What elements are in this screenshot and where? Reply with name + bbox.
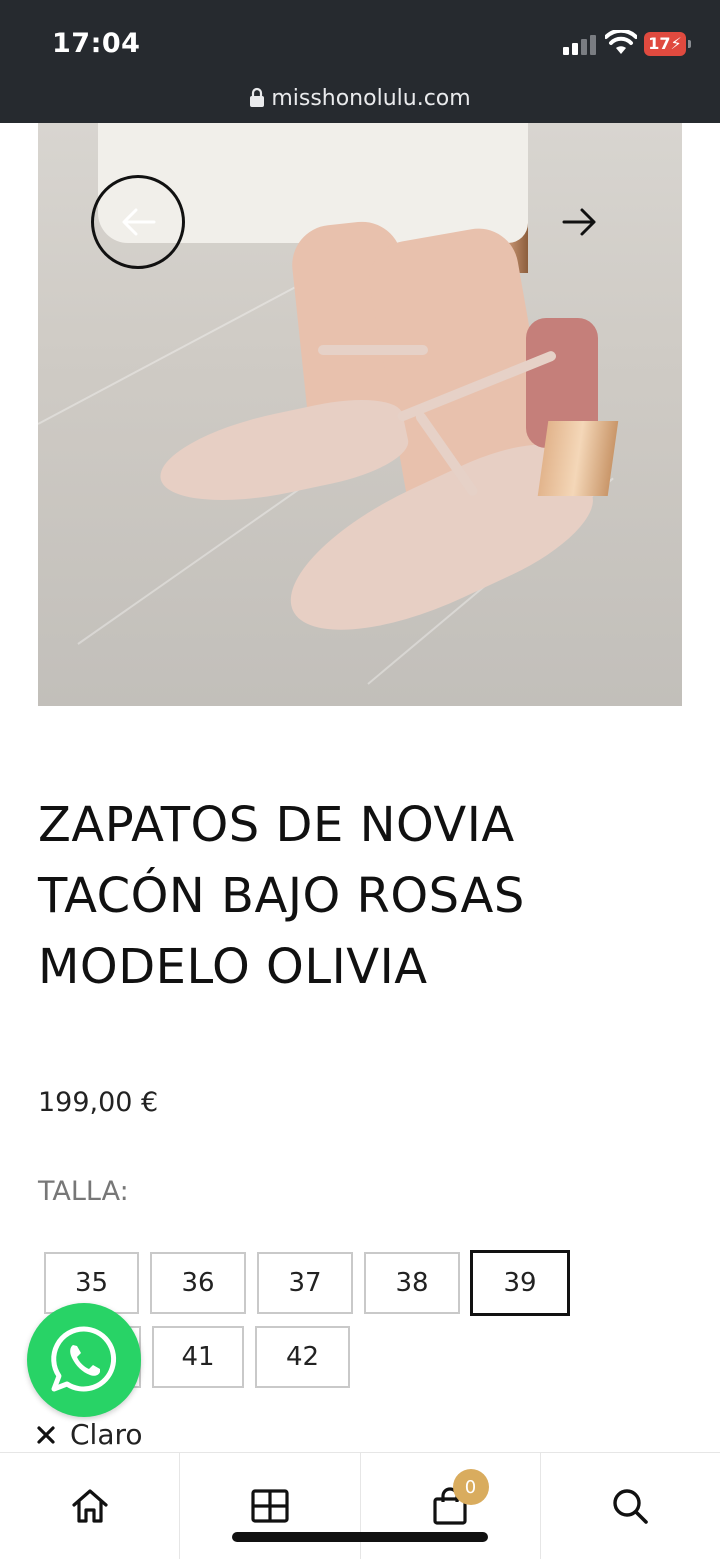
clear-label: Claro bbox=[70, 1418, 143, 1451]
previous-image-button[interactable] bbox=[91, 175, 185, 269]
product-title-line: MODELO OLIVIA bbox=[38, 939, 428, 995]
nav-cart[interactable]: 0 bbox=[361, 1453, 541, 1559]
nav-categories[interactable] bbox=[180, 1453, 361, 1559]
nav-search[interactable] bbox=[541, 1453, 720, 1559]
arrow-left-icon bbox=[122, 208, 156, 236]
size-label: TALLA: bbox=[38, 1176, 129, 1207]
whatsapp-button[interactable] bbox=[27, 1303, 141, 1417]
size-option-37[interactable]: 37 bbox=[257, 1252, 353, 1314]
product-price: 199,00 € bbox=[38, 1087, 159, 1118]
search-icon bbox=[613, 1489, 649, 1524]
wifi-icon bbox=[605, 30, 637, 54]
size-option-42[interactable]: 42 bbox=[255, 1326, 350, 1388]
nav-home[interactable] bbox=[0, 1453, 181, 1559]
battery-indicator: 17⚡ bbox=[644, 32, 686, 56]
size-option-38[interactable]: 38 bbox=[364, 1252, 460, 1314]
status-bar: 17:04 17⚡ misshonolulu.com bbox=[0, 0, 720, 123]
size-option-36[interactable]: 36 bbox=[150, 1252, 246, 1314]
url-text: misshonolulu.com bbox=[271, 86, 471, 111]
grid-icon bbox=[251, 1489, 289, 1523]
ankle-strap bbox=[318, 345, 428, 355]
lock-icon bbox=[250, 87, 265, 107]
size-option-39[interactable]: 39 bbox=[470, 1250, 570, 1316]
shoe-heel bbox=[537, 421, 619, 496]
cart-count-badge: 0 bbox=[452, 1469, 489, 1505]
size-option-41[interactable]: 41 bbox=[152, 1326, 244, 1388]
clear-selection-link[interactable]: Claro bbox=[36, 1418, 143, 1451]
floor-line bbox=[38, 282, 304, 425]
home-icon bbox=[72, 1489, 108, 1523]
arrow-right-icon bbox=[562, 208, 596, 236]
signal-icon bbox=[563, 33, 596, 55]
bottom-navigation: 0 bbox=[0, 1452, 720, 1559]
address-bar[interactable]: misshonolulu.com bbox=[0, 86, 720, 111]
close-icon bbox=[37, 1425, 55, 1444]
product-title-line: TACÓN BAJO ROSAS bbox=[38, 868, 525, 924]
home-indicator[interactable] bbox=[232, 1532, 488, 1542]
product-title: ZAPATOS DE NOVIA TACÓN BAJO ROSAS MODELO… bbox=[38, 790, 678, 1003]
battery-tip bbox=[688, 40, 691, 48]
status-time: 17:04 bbox=[52, 28, 141, 59]
whatsapp-icon bbox=[51, 1326, 117, 1392]
product-title-line: ZAPATOS DE NOVIA bbox=[38, 797, 515, 853]
next-image-button[interactable] bbox=[533, 175, 627, 269]
